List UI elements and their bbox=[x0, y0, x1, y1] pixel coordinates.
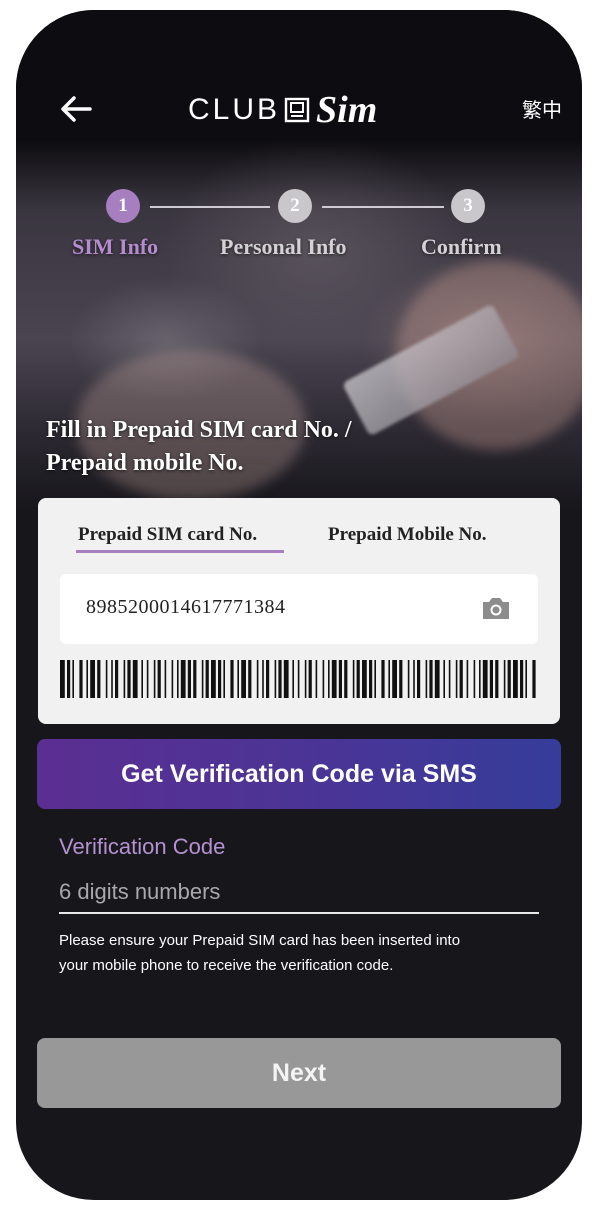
barcode-image bbox=[60, 660, 536, 698]
sim-number-value: 8985200014617771384 bbox=[86, 596, 286, 618]
verification-input-underline bbox=[59, 912, 539, 914]
clubsim-logo: CLUB Sim bbox=[188, 88, 377, 132]
active-tab-underline bbox=[76, 550, 284, 553]
form-title: Fill in Prepaid SIM card No. / Prepaid m… bbox=[46, 414, 466, 480]
logo-sim-text: Sim bbox=[316, 89, 378, 131]
tab-prepaid-mobile[interactable]: Prepaid Mobile No. bbox=[328, 524, 487, 546]
sim-input-card: Prepaid SIM card No. Prepaid Mobile No. … bbox=[38, 498, 560, 724]
form-title-line-1: Fill in Prepaid SIM card No. / bbox=[46, 417, 352, 443]
step-3-label: Confirm bbox=[421, 234, 502, 259]
step-1-circle: 1 bbox=[106, 189, 140, 223]
logo-sim-card-icon bbox=[284, 97, 310, 123]
phone-screen: CLUB Sim 繁中 1 2 3 SIM Info Personal Info… bbox=[16, 10, 582, 1200]
step-2-label: Personal Info bbox=[220, 234, 347, 259]
step-connector-1 bbox=[150, 206, 270, 208]
logo-club-text: CLUB bbox=[188, 93, 281, 126]
top-bar: CLUB Sim 繁中 bbox=[16, 80, 582, 140]
verification-note: Please ensure your Prepaid SIM card has … bbox=[59, 928, 539, 978]
tab-prepaid-sim-card[interactable]: Prepaid SIM card No. bbox=[78, 524, 257, 546]
step-1-label: SIM Info bbox=[72, 234, 159, 259]
get-verification-code-button[interactable]: Get Verification Code via SMS bbox=[37, 739, 561, 809]
back-arrow-icon[interactable] bbox=[58, 94, 94, 124]
next-button[interactable]: Next bbox=[37, 1038, 561, 1108]
sim-number-field[interactable]: 8985200014617771384 bbox=[60, 574, 538, 644]
verification-note-line-2: your mobile phone to receive the verific… bbox=[59, 957, 394, 974]
step-connector-2 bbox=[322, 206, 444, 208]
form-title-line-2: Prepaid mobile No. bbox=[46, 450, 244, 476]
step-2-circle: 2 bbox=[278, 189, 312, 223]
camera-icon[interactable] bbox=[480, 594, 512, 622]
verification-code-input[interactable] bbox=[59, 872, 537, 912]
step-3-circle: 3 bbox=[451, 189, 485, 223]
verification-note-line-1: Please ensure your Prepaid SIM card has … bbox=[59, 932, 461, 949]
language-toggle[interactable]: 繁中 bbox=[522, 94, 562, 123]
verification-code-label: Verification Code bbox=[59, 834, 226, 859]
